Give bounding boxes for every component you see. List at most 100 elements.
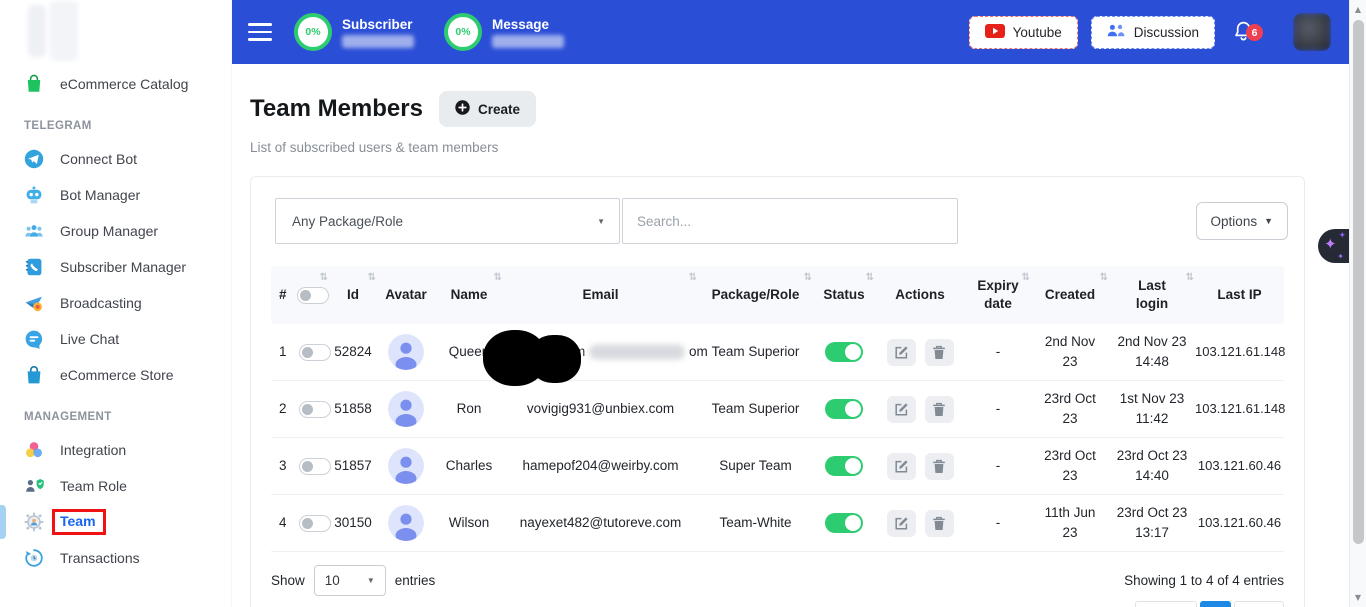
status-cell [813, 513, 875, 533]
package-role-selected-value: Any Package/Role [292, 214, 403, 229]
column-header-label: Name [451, 286, 488, 304]
scrollbar-thumb[interactable] [1353, 20, 1364, 544]
column-header-last-login[interactable]: Last login⇅ [1109, 266, 1195, 324]
member-id: 51858 [329, 399, 377, 419]
column-header-name[interactable]: Name ⇅ [435, 266, 503, 324]
member-email: nayexet482@tutoreve.com [503, 513, 698, 533]
sidebar-item-label: Integration [60, 442, 126, 458]
vertical-scrollbar[interactable]: ▲ ▼ [1349, 0, 1366, 607]
sidebar-item-group-manager[interactable]: Group Manager [0, 213, 231, 249]
stat-subscriber: 0%Subscriber [294, 13, 414, 51]
sidebar-item-transactions[interactable]: Transactions [0, 540, 231, 576]
notifications-button[interactable]: 6 [1231, 12, 1271, 52]
create-button-label: Create [478, 102, 520, 117]
sidebar-item-connect-bot[interactable]: Connect Bot [0, 141, 231, 177]
package-role-select[interactable]: Any Package/Role ▼ [275, 198, 620, 244]
app-logo [0, 0, 231, 66]
member-email: vovigig931@unbiex.com [503, 399, 698, 419]
column-header-status[interactable]: Status⇅ [813, 266, 875, 324]
table-row: 152824QueenmomTeam Superior-2nd Nov 232n… [271, 324, 1284, 381]
column-header-id[interactable]: Id⇅ [329, 266, 377, 324]
delete-button[interactable] [925, 339, 954, 366]
sidebar-item-team[interactable]: Team [0, 504, 231, 540]
status-toggle[interactable] [825, 399, 863, 419]
row-select-toggle[interactable] [299, 344, 331, 361]
page-size-select[interactable]: 10 ▼ [314, 565, 386, 596]
ai-assistant-button[interactable]: ✦ ✦ ✦ [1318, 229, 1349, 263]
sidebar-item-ecommerce-catalog[interactable]: eCommerce Catalog [0, 66, 231, 102]
delete-button[interactable] [925, 453, 954, 480]
member-id: 51857 [329, 456, 377, 476]
column-header-email[interactable]: Email⇅ [503, 266, 698, 324]
edit-button[interactable] [887, 396, 916, 423]
sort-icon: ⇅ [494, 271, 502, 284]
row-select-toggle[interactable] [299, 401, 331, 418]
scroll-down-arrow[interactable]: ▼ [1350, 593, 1366, 602]
stat-message: 0%Message [444, 13, 564, 51]
pagination-next-button[interactable] [1234, 601, 1284, 607]
redaction-scribble [529, 335, 581, 383]
sidebar-item-label: eCommerce Store [60, 367, 174, 383]
actions-cell [875, 510, 965, 537]
sort-icon: ⇅ [320, 271, 328, 284]
row-number: 2 [279, 399, 287, 419]
column-header-created[interactable]: Created⇅ [1031, 266, 1109, 324]
user-avatar[interactable] [1293, 13, 1331, 51]
page-title: Team Members [250, 95, 423, 123]
edit-button[interactable] [887, 510, 916, 537]
options-button[interactable]: Options ▼ [1196, 202, 1288, 240]
sidebar-item-subscriber-manager[interactable]: Subscriber Manager [0, 249, 231, 285]
select-all-toggle[interactable] [297, 287, 329, 304]
edit-button[interactable] [887, 339, 916, 366]
pagination-previous-button[interactable] [1135, 601, 1197, 607]
discussion-button[interactable]: Discussion [1091, 16, 1215, 49]
sidebar-item-label: Connect Bot [60, 151, 137, 167]
team-members-card: Any Package/Role ▼ Options ▼ #⇅Id⇅Avatar… [250, 176, 1305, 607]
table-row: 430150Wilsonnayexet482@tutoreve.comTeam-… [271, 495, 1284, 552]
section-title-management: MANAGEMENT [24, 411, 231, 423]
team-role-icon [24, 476, 44, 496]
sidebar-item-label: Live Chat [60, 331, 119, 347]
search-input[interactable] [622, 198, 958, 244]
scroll-up-arrow[interactable]: ▲ [1350, 5, 1366, 14]
row-select-toggle[interactable] [299, 515, 331, 532]
created-date: 23rd Oct 23 [1031, 389, 1109, 428]
status-toggle[interactable] [825, 456, 863, 476]
column-header-[interactable]: #⇅ [271, 266, 329, 324]
sidebar-item-live-chat[interactable]: Live Chat [0, 321, 231, 357]
sidebar-item-team-role[interactable]: Team Role [0, 468, 231, 504]
member-email: hamepof204@weirby.com [503, 456, 698, 476]
delete-button[interactable] [925, 510, 954, 537]
sidebar-item-label: eCommerce Catalog [60, 76, 188, 92]
person-avatar-icon [388, 391, 424, 427]
table-row: 351857Charleshamepof204@weirby.comSuper … [271, 438, 1284, 495]
annotation-highlight-box: Team [52, 509, 106, 535]
last-ip: 103.121.60.46 [1195, 457, 1284, 476]
row-number-cell: 2 [271, 399, 329, 419]
menu-toggle-icon[interactable] [248, 23, 272, 41]
chevron-down-icon: ▼ [1264, 216, 1273, 226]
delete-button[interactable] [925, 396, 954, 423]
options-button-label: Options [1211, 214, 1258, 229]
group-icon [24, 221, 44, 241]
pagination [251, 601, 1304, 607]
team-table: #⇅Id⇅AvatarName⇅Email⇅Package/Role⇅Statu… [271, 266, 1284, 552]
sidebar-item-broadcasting[interactable]: Broadcasting [0, 285, 231, 321]
column-header-expiry-date[interactable]: Expiry date⇅ [965, 266, 1031, 324]
sidebar-item-integration[interactable]: Integration [0, 432, 231, 468]
youtube-button[interactable]: Youtube [969, 16, 1078, 49]
created-date: 23rd Oct 23 [1031, 446, 1109, 485]
member-name: Charles [435, 456, 503, 476]
create-button[interactable]: Create [439, 91, 536, 127]
table-header-row: #⇅Id⇅AvatarName⇅Email⇅Package/Role⇅Statu… [271, 266, 1284, 324]
column-header-package-role[interactable]: Package/Role⇅ [698, 266, 813, 324]
show-label: Show [271, 573, 305, 588]
pagination-page-button[interactable] [1200, 601, 1231, 607]
sidebar-item-ecommerce-store[interactable]: eCommerce Store [0, 357, 231, 393]
status-toggle[interactable] [825, 342, 863, 362]
stat-label: Message [492, 17, 564, 32]
status-toggle[interactable] [825, 513, 863, 533]
sidebar-item-bot-manager[interactable]: Bot Manager [0, 177, 231, 213]
edit-button[interactable] [887, 453, 916, 480]
row-select-toggle[interactable] [299, 458, 331, 475]
